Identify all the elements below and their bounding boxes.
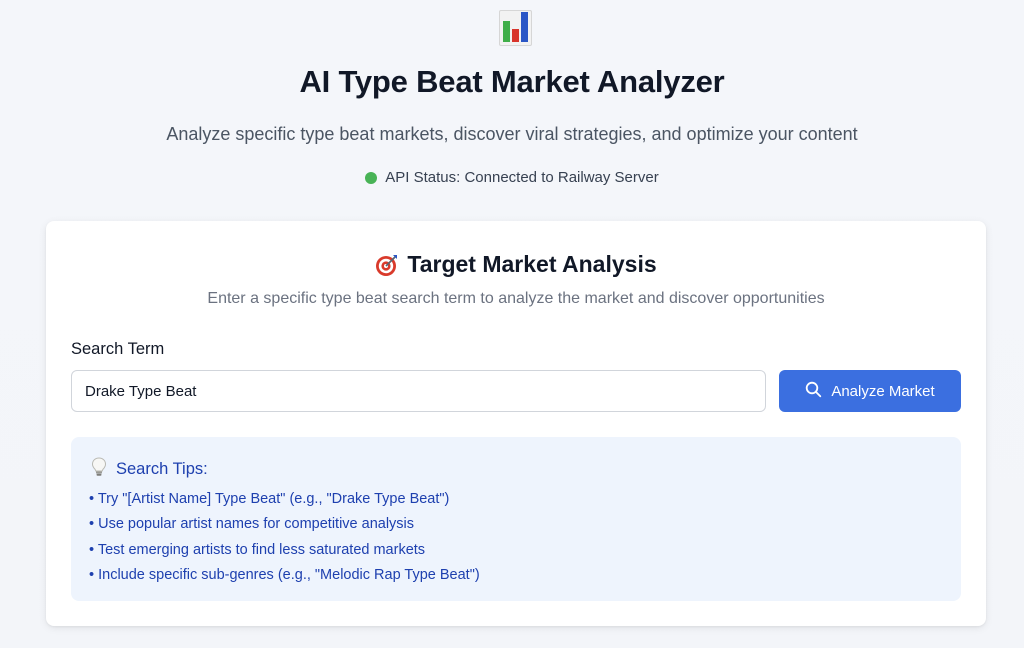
target-market-card: Target Market Analysis Enter a specific …	[46, 221, 986, 626]
tip-item: • Try "[Artist Name] Type Beat" (e.g., "…	[89, 491, 450, 507]
search-tips-title: Search Tips:	[116, 460, 208, 478]
search-tips-heading: Search Tips:	[91, 457, 208, 482]
target-icon	[375, 253, 399, 277]
lightbulb-icon	[91, 457, 107, 482]
search-term-label: Search Term	[71, 340, 165, 358]
card-description: Enter a specific type beat search term t…	[207, 290, 825, 307]
page-title: AI Type Beat Market Analyzer	[299, 64, 725, 99]
card-title-text: Target Market Analysis	[407, 251, 657, 277]
tip-item: • Test emerging artists to find less sat…	[89, 541, 426, 558]
api-status-text: API Status: Connected to Railway Server	[385, 169, 659, 186]
status-indicator-icon	[365, 171, 378, 184]
search-icon	[805, 381, 822, 402]
tip-item: • Use popular artist names for competiti…	[89, 516, 415, 533]
api-status: API Status: Connected to Railway Server	[0, 169, 1024, 186]
search-tips-box: Search Tips: • Try "[Artist Name] Type B…	[71, 437, 961, 601]
page-subtitle: Analyze specific type beat markets, disc…	[166, 124, 858, 144]
bar-chart-icon	[499, 10, 532, 46]
analyze-market-button[interactable]: Analyze Market	[779, 370, 961, 412]
search-tips-list: • Try "[Artist Name] Type Beat" (e.g., "…	[89, 489, 480, 590]
search-term-input[interactable]	[71, 370, 766, 412]
card-title: Target Market Analysis	[46, 251, 986, 278]
page-header: AI Type Beat Market Analyzer Analyze spe…	[0, 0, 1024, 220]
tip-item: • Include specific sub-genres (e.g., "Me…	[89, 566, 480, 583]
analyze-market-label: Analyze Market	[831, 382, 935, 400]
